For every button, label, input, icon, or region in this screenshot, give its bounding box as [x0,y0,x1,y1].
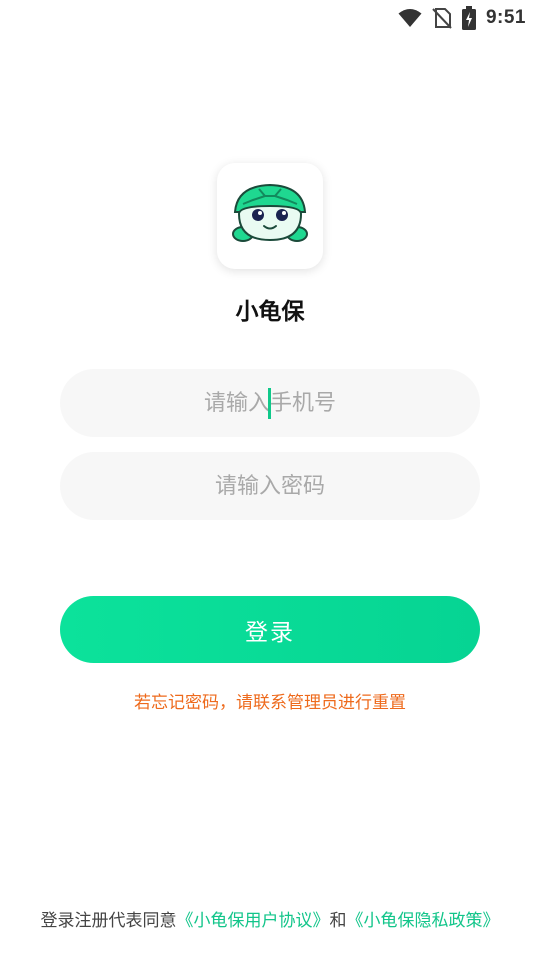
app-name: 小龟保 [235,299,305,325]
battery-charging-icon [461,6,476,30]
login-screen: 9:51 小龟保 请输入手机号 登录 若忘记密码，请联系管理员进行重置 登录注册… [0,0,540,960]
turtle-logo-icon [229,182,311,250]
status-bar: 9:51 [0,0,540,36]
no-sim-icon [432,7,452,29]
agreement-text: 登录注册代表同意《小龟保用户协议》和《小龟保隐私政策》 [0,906,540,931]
text-cursor [268,388,271,419]
password-input[interactable] [60,452,480,520]
agreement-conjunction: 和 [329,911,347,931]
login-button[interactable]: 登录 [60,596,480,663]
user-agreement-link[interactable]: 《小龟保用户协议》 [177,911,330,931]
password-input-wrapper[interactable] [60,452,480,520]
forgot-password-tip: 若忘记密码，请联系管理员进行重置 [134,693,406,713]
status-time: 9:51 [485,7,526,28]
wifi-icon [398,8,422,28]
app-logo [217,163,323,269]
agreement-prefix: 登录注册代表同意 [40,911,177,931]
privacy-policy-link[interactable]: 《小龟保隐私政策》 [347,911,500,931]
